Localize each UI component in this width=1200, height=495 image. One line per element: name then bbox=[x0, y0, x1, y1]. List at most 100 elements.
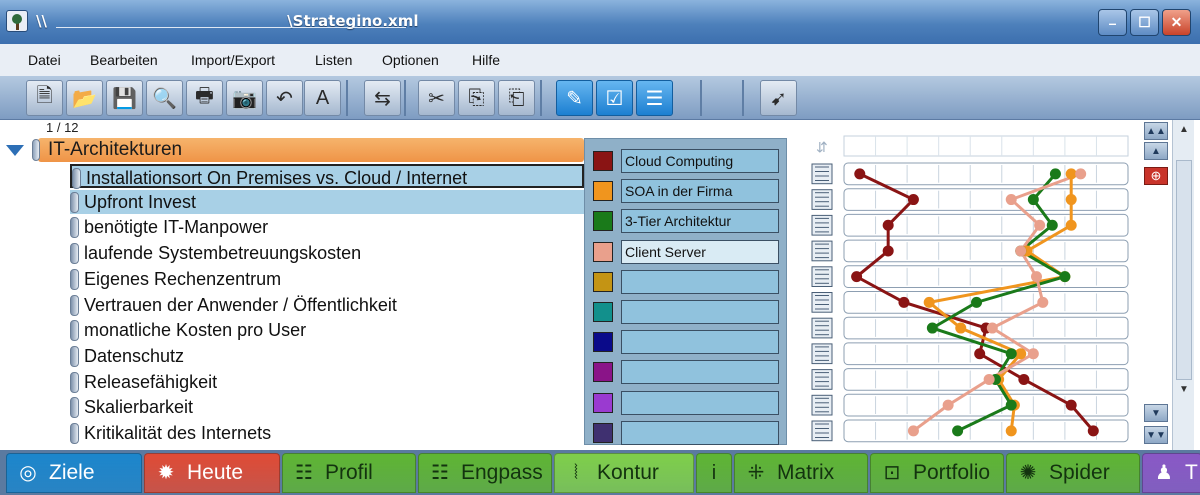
tab-info[interactable]: i bbox=[696, 453, 732, 493]
app-tree-icon[interactable] bbox=[6, 10, 28, 32]
new-document-icon[interactable]: 🗎 bbox=[26, 80, 63, 116]
legend-entry[interactable] bbox=[621, 330, 779, 355]
criterion-row[interactable]: monatliche Kosten pro User bbox=[70, 318, 584, 342]
import-icon[interactable]: ⇆ bbox=[364, 80, 401, 116]
print-icon[interactable]: 🖶 bbox=[186, 80, 223, 116]
row-handle-icon[interactable] bbox=[70, 423, 79, 444]
list-indent-icon[interactable]: ☰ bbox=[636, 80, 673, 116]
legend-entry[interactable]: Cloud Computing bbox=[621, 149, 779, 173]
criterion-row[interactable]: Datenschutz bbox=[70, 344, 584, 368]
legend-entry[interactable] bbox=[621, 300, 779, 324]
legend-entry[interactable] bbox=[621, 360, 779, 385]
matrix-icon: ⁜ bbox=[747, 462, 765, 484]
criterion-row[interactable]: laufende Systembetreuungskosten bbox=[70, 241, 584, 265]
scrollbar-thumb[interactable] bbox=[1176, 160, 1192, 380]
tab-matrix[interactable]: ⁜ Matrix bbox=[734, 453, 868, 493]
scroll-bottom-icon[interactable]: ▼▼ bbox=[1144, 426, 1168, 444]
checklist-icon[interactable]: ☑ bbox=[596, 80, 633, 116]
tab-spider[interactable]: ✺ Spider bbox=[1006, 453, 1140, 493]
page-indicator: 1 / 12 bbox=[46, 120, 79, 135]
row-handle-icon[interactable] bbox=[70, 345, 79, 367]
scroll-up-icon[interactable]: ▲ bbox=[1144, 142, 1168, 160]
series-point bbox=[1015, 348, 1027, 360]
tab-heute[interactable]: ✹ Heute bbox=[144, 453, 280, 493]
menu-listen[interactable]: Listen bbox=[315, 52, 352, 68]
open-folder-icon[interactable]: 📂 bbox=[66, 80, 103, 116]
menu-hilfe[interactable]: Hilfe bbox=[472, 52, 500, 68]
row-handle-icon[interactable] bbox=[70, 397, 79, 419]
save-icon[interactable]: 💾 bbox=[106, 80, 143, 116]
add-icon[interactable]: ⊕ bbox=[1144, 167, 1168, 185]
group-row-it-architekturen[interactable]: IT-Architekturen bbox=[32, 138, 584, 162]
paste-icon[interactable]: ⎗ bbox=[498, 80, 535, 116]
menu-datei[interactable]: Datei bbox=[28, 52, 61, 68]
tab-t[interactable]: ♟ T bbox=[1142, 453, 1200, 493]
maximize-button[interactable]: ☐ bbox=[1130, 9, 1159, 36]
legend-entry[interactable]: 3-Tier Architektur bbox=[621, 209, 779, 234]
camera-icon[interactable]: 📷 bbox=[226, 80, 263, 116]
criterion-row[interactable]: Releasefähigkeit bbox=[70, 370, 584, 394]
close-button[interactable]: ✕ bbox=[1162, 9, 1191, 36]
tab-ziele[interactable]: ◎ Ziele bbox=[6, 453, 142, 493]
menu-import-export[interactable]: Import/Export bbox=[191, 52, 275, 68]
scrollbar-down-arrow-icon[interactable]: ▼ bbox=[1176, 384, 1192, 400]
row-handle-icon[interactable] bbox=[70, 320, 79, 342]
legend-color-swatch[interactable] bbox=[593, 302, 613, 322]
view-tab-bar: ◎ Ziele ✹ Heute ☷ Profil ☷ Engpass ⦚ Kontur i ⁜ Matr… bbox=[0, 450, 1200, 495]
scrollbar-up-arrow-icon[interactable]: ▲ bbox=[1176, 124, 1192, 140]
legend-color-swatch[interactable] bbox=[593, 422, 613, 443]
criterion-row[interactable]: Upfront Invest bbox=[70, 189, 584, 214]
menu-optionen[interactable]: Optionen bbox=[382, 52, 439, 68]
minimize-button[interactable]: – bbox=[1098, 9, 1127, 36]
legend-entry[interactable] bbox=[621, 269, 779, 294]
scroll-down-icon[interactable]: ▼ bbox=[1144, 404, 1168, 422]
legend-entry[interactable] bbox=[621, 390, 779, 415]
chart-row-box bbox=[843, 393, 1129, 417]
font-icon[interactable]: A bbox=[304, 80, 341, 116]
series-point bbox=[1005, 194, 1017, 206]
cut-icon[interactable]: ✂ bbox=[418, 80, 455, 116]
tab-profil[interactable]: ☷ Profil bbox=[282, 453, 416, 493]
row-handle-icon[interactable] bbox=[70, 294, 79, 316]
tab-engpass[interactable]: ☷ Engpass bbox=[418, 453, 552, 493]
scroll-top-icon[interactable]: ▲▲ bbox=[1144, 122, 1168, 140]
criterion-row[interactable]: Skalierbarkeit bbox=[70, 395, 584, 419]
legend-entry[interactable]: Client Server bbox=[621, 239, 779, 264]
collapse-triangle-icon[interactable] bbox=[6, 145, 24, 156]
series-point bbox=[882, 219, 894, 231]
series-point bbox=[971, 296, 983, 308]
legend-color-swatch[interactable] bbox=[593, 181, 613, 202]
legend-entry[interactable] bbox=[621, 420, 779, 445]
row-handle-icon[interactable] bbox=[72, 168, 81, 189]
legend-color-swatch[interactable] bbox=[593, 211, 613, 232]
criterion-row[interactable]: Vertrauen der Anwender / Öffentlichkeit bbox=[70, 293, 584, 317]
copy-icon[interactable]: ⎘ bbox=[458, 80, 495, 116]
menu-bearbeiten[interactable]: Bearbeiten bbox=[90, 52, 158, 68]
criterion-row[interactable]: Eigenes Rechenzentrum bbox=[70, 267, 584, 291]
row-handle-icon[interactable] bbox=[70, 371, 79, 393]
legend-color-swatch[interactable] bbox=[593, 362, 613, 383]
row-handle-icon[interactable] bbox=[70, 243, 79, 265]
legend-color-swatch[interactable] bbox=[593, 332, 613, 353]
legend-color-swatch[interactable] bbox=[593, 392, 613, 413]
criterion-row[interactable]: Kritikalität des Internets bbox=[70, 421, 584, 445]
toolbar-separator bbox=[346, 80, 348, 116]
legend-color-swatch[interactable] bbox=[593, 151, 613, 171]
legend-entry[interactable]: SOA in der Firma bbox=[621, 179, 779, 204]
vertical-scrollbar[interactable]: ▲ ▼ bbox=[1172, 120, 1194, 450]
chart-row-box bbox=[843, 265, 1129, 289]
pin-icon[interactable]: ➹ bbox=[760, 80, 797, 116]
comment-icon[interactable]: ✎ bbox=[556, 80, 593, 116]
legend-color-swatch[interactable] bbox=[593, 271, 613, 292]
undo-icon[interactable]: ↶ bbox=[266, 80, 303, 116]
row-handle-icon[interactable] bbox=[70, 217, 79, 239]
tab-portfolio[interactable]: ⊡ Portfolio bbox=[870, 453, 1004, 493]
row-handle-icon[interactable] bbox=[70, 191, 79, 213]
row-handle-icon[interactable] bbox=[70, 268, 79, 290]
tab-kontur[interactable]: ⦚ Kontur bbox=[554, 453, 694, 493]
criterion-row[interactable]: Installationsort On Premises vs. Cloud /… bbox=[70, 164, 584, 189]
legend-color-swatch[interactable] bbox=[593, 241, 613, 262]
search-icon[interactable]: 🔍 bbox=[146, 80, 183, 116]
criterion-row[interactable]: benötigte IT-Manpower bbox=[70, 215, 584, 239]
series-point bbox=[1018, 373, 1030, 385]
